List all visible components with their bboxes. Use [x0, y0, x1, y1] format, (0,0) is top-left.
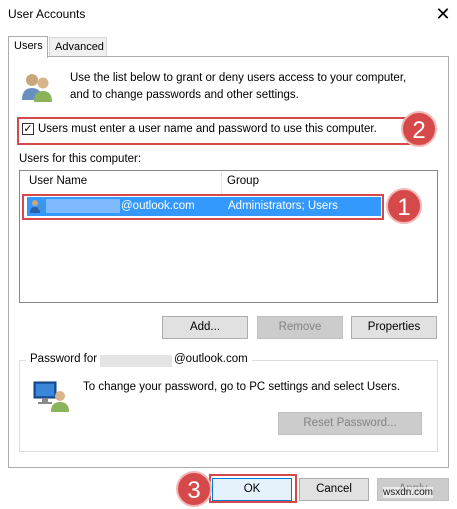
annotation-badge-2: 2: [401, 111, 437, 147]
require-login-label[interactable]: Users must enter a user name and passwor…: [38, 123, 377, 135]
properties-button[interactable]: Properties: [351, 316, 437, 339]
column-header-user-name[interactable]: User Name: [29, 175, 87, 187]
intro-text-line-2: and to change passwords and other settin…: [70, 89, 299, 101]
users-list-caption: Users for this computer:: [19, 153, 142, 165]
annotation-badge-1: 1: [386, 188, 422, 224]
password-group-label: Password for: [30, 353, 98, 365]
watermark: wsxdn.com: [383, 487, 434, 498]
highlight-frame-row: [22, 194, 384, 220]
close-icon[interactable]: ✕: [432, 3, 454, 25]
reset-password-button[interactable]: Reset Password...: [278, 412, 422, 435]
password-groupbox: [19, 360, 438, 452]
tab-advanced[interactable]: Advanced: [49, 37, 107, 56]
password-group-label-suffix: @outlook.com: [174, 353, 248, 365]
add-button[interactable]: Add...: [162, 316, 248, 339]
column-header-group[interactable]: Group: [227, 175, 259, 187]
users-listbox[interactable]: [19, 170, 438, 303]
pc-user-icon: [32, 380, 72, 412]
users-icon: [20, 70, 54, 104]
password-change-instructions: To change your password, go to PC settin…: [83, 381, 401, 393]
cancel-button[interactable]: Cancel: [299, 478, 369, 501]
highlight-frame-ok: [209, 474, 297, 503]
require-login-checkbox[interactable]: ✓: [22, 123, 34, 135]
tab-users[interactable]: Users: [8, 36, 48, 58]
redacted-username: [100, 355, 172, 367]
intro-text-line-1: Use the list below to grant or deny user…: [70, 72, 407, 84]
column-separator[interactable]: [221, 172, 222, 194]
remove-button[interactable]: Remove: [257, 316, 343, 339]
window-title: User Accounts: [8, 7, 86, 21]
annotation-badge-3: 3: [176, 471, 212, 507]
